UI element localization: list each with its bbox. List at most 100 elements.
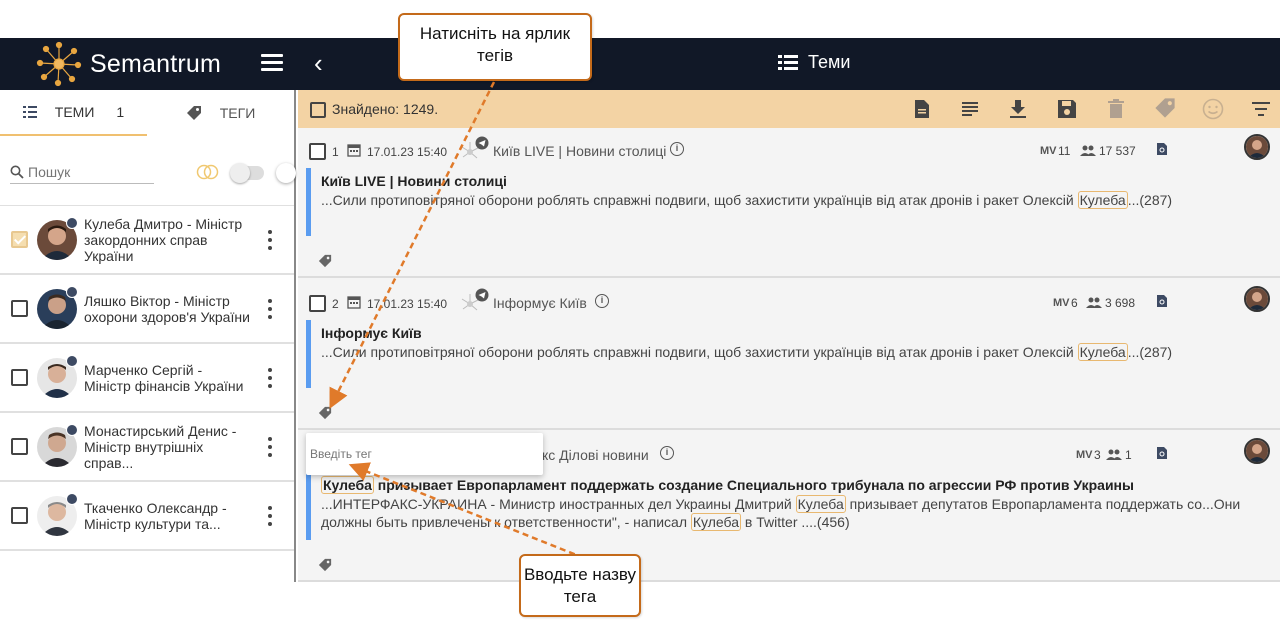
checkbox[interactable] bbox=[11, 369, 28, 386]
item-number: 1 bbox=[332, 145, 339, 159]
tab-tags-label: ТЕГИ bbox=[219, 105, 256, 121]
tab-topics-count: 1 bbox=[116, 104, 125, 120]
preview-icon[interactable] bbox=[1156, 294, 1168, 308]
info-icon[interactable]: i bbox=[595, 294, 609, 308]
audience-value: 1 bbox=[1125, 448, 1132, 462]
keyword-highlight: Кулеба bbox=[1077, 343, 1128, 361]
filter-toggle[interactable] bbox=[230, 163, 264, 183]
tag-input[interactable] bbox=[310, 447, 530, 461]
list-icon bbox=[22, 106, 37, 118]
text-lines-icon[interactable] bbox=[962, 102, 978, 116]
checkbox[interactable] bbox=[309, 295, 326, 312]
delete-icon[interactable] bbox=[1108, 99, 1124, 119]
more-options-icon[interactable] bbox=[264, 298, 276, 319]
item-snippet: ...Сили протиповітряної оборони роблять … bbox=[321, 343, 1273, 361]
checkbox[interactable] bbox=[11, 507, 28, 524]
list-item[interactable]: Ляшко Віктор - Міністр охорони здоров'я … bbox=[0, 275, 294, 344]
telegram-icon bbox=[461, 136, 489, 159]
calendar-icon bbox=[347, 144, 361, 157]
download-icon[interactable] bbox=[1009, 99, 1027, 119]
select-all-checkbox[interactable] bbox=[310, 102, 326, 118]
keyword-highlight: Кулеба bbox=[1077, 191, 1128, 209]
tag-icon[interactable] bbox=[318, 406, 332, 420]
intersect-rings-icon[interactable] bbox=[196, 164, 220, 180]
search-input[interactable] bbox=[28, 163, 148, 180]
more-options-icon[interactable] bbox=[264, 367, 276, 388]
snippet-text: ...(287) bbox=[1127, 192, 1173, 208]
logo[interactable]: Semantrum bbox=[36, 38, 221, 90]
people-icon bbox=[1086, 297, 1102, 308]
list-item[interactable]: Монастирський Денис - Міністр внутрішніх… bbox=[0, 413, 294, 482]
sidebar-tabs: ТЕМИ 1 ТЕГИ bbox=[0, 90, 294, 136]
chevron-left-icon[interactable]: ‹ bbox=[314, 50, 323, 76]
verified-badge-icon bbox=[66, 286, 78, 298]
telegram-icon bbox=[461, 288, 489, 311]
tab-topics[interactable]: ТЕМИ 1 bbox=[0, 90, 147, 136]
accent-bar bbox=[306, 320, 311, 388]
mv-label: MV bbox=[1076, 449, 1093, 461]
tag-icon[interactable] bbox=[318, 254, 332, 268]
tab-tags[interactable]: ТЕГИ bbox=[147, 90, 294, 136]
verified-badge-icon bbox=[66, 493, 78, 505]
keyword-highlight: Кулеба bbox=[690, 513, 742, 531]
person-name: Ляшко Віктор - Міністр охорони здоров'я … bbox=[84, 292, 250, 325]
more-options-icon[interactable] bbox=[264, 436, 276, 457]
preview-icon[interactable] bbox=[1156, 446, 1168, 460]
callout-top: Натисніть на ярлик тегів bbox=[398, 13, 592, 81]
mv-value: 3 bbox=[1094, 448, 1101, 462]
item-date: 17.01.23 15:40 bbox=[367, 297, 448, 311]
snippet-text: ...ИНТЕРФАКС-УКРАИНА - Министр иностранн… bbox=[321, 496, 796, 512]
people-icon bbox=[1080, 145, 1096, 156]
item-headline[interactable]: Київ LIVE | Новини столиці bbox=[321, 173, 507, 189]
info-icon[interactable]: i bbox=[660, 446, 674, 460]
toggle-handle[interactable] bbox=[276, 163, 296, 183]
logo-icon bbox=[36, 41, 82, 87]
tag-icon[interactable] bbox=[1154, 97, 1176, 119]
tag-icon bbox=[186, 105, 202, 121]
headline-text: призывает Европарламент поддержать созда… bbox=[373, 477, 1134, 493]
audience-value: 17 537 bbox=[1099, 144, 1136, 158]
item-headline[interactable]: Інформує Київ bbox=[321, 325, 422, 341]
list-item[interactable]: Ткаченко Олександр - Міністр культури та… bbox=[0, 482, 294, 551]
list-item[interactable]: Марченко Сергій - Міністр фінансів Украї… bbox=[0, 344, 294, 413]
checkbox[interactable] bbox=[11, 300, 28, 317]
callout-bottom: Вводьте назву тега bbox=[519, 554, 641, 617]
snippet-text: в Twitter ....(456) bbox=[741, 514, 850, 530]
item-headline[interactable]: Кулеба призывает Европарламент поддержат… bbox=[321, 476, 1134, 494]
accent-bar bbox=[306, 472, 311, 540]
search-box bbox=[10, 160, 154, 184]
document-icon[interactable] bbox=[914, 99, 930, 119]
save-icon[interactable] bbox=[1057, 99, 1077, 119]
checkbox[interactable] bbox=[11, 231, 28, 248]
list-icon bbox=[778, 54, 798, 70]
snippet-text: ...(287) bbox=[1127, 344, 1173, 360]
mv-value: 11 bbox=[1058, 144, 1071, 158]
tag-icon[interactable] bbox=[318, 558, 332, 572]
checkbox[interactable] bbox=[309, 143, 326, 160]
mv-label: MV bbox=[1040, 145, 1057, 157]
preview-icon[interactable] bbox=[1156, 142, 1168, 156]
accent-bar bbox=[306, 168, 311, 236]
hamburger-icon[interactable] bbox=[261, 54, 283, 72]
people-icon bbox=[1106, 449, 1122, 460]
item-source[interactable]: кс Ділові новини bbox=[542, 447, 649, 463]
list-item[interactable]: Кулеба Дмитро - Міністр закордонних спра… bbox=[0, 206, 294, 275]
mv-label: MV bbox=[1053, 297, 1070, 309]
person-name: Марченко Сергій - Міністр фінансів Украї… bbox=[84, 361, 244, 394]
app-screen: Semantrum ‹ Теми ТЕМИ 1 ТЕГИ Пошук Кулеб… bbox=[0, 0, 1280, 630]
item-snippet: ...Сили протиповітряної оборони роблять … bbox=[321, 191, 1273, 209]
more-options-icon[interactable] bbox=[264, 505, 276, 526]
more-options-icon[interactable] bbox=[264, 229, 276, 250]
filter-icon[interactable] bbox=[1252, 102, 1270, 116]
checkbox[interactable] bbox=[11, 438, 28, 455]
person-name: Монастирський Денис - Міністр внутрішніх… bbox=[84, 422, 237, 471]
info-icon[interactable]: i bbox=[670, 142, 684, 156]
search-icon bbox=[10, 165, 24, 179]
smile-icon[interactable] bbox=[1202, 98, 1224, 120]
results-panel: Знайдено: 1249. 1 17.01.23 15:40 Київ LI… bbox=[298, 90, 1280, 582]
item-source[interactable]: Інформує Київ bbox=[493, 295, 587, 311]
audience-value: 3 698 bbox=[1105, 296, 1136, 310]
snippet-text: ...Сили протиповітряної оборони роблять … bbox=[321, 344, 1078, 360]
person-name: Кулеба Дмитро - Міністр закордонних спра… bbox=[84, 215, 243, 264]
item-source[interactable]: Київ LIVE | Новини столиці bbox=[493, 143, 666, 159]
